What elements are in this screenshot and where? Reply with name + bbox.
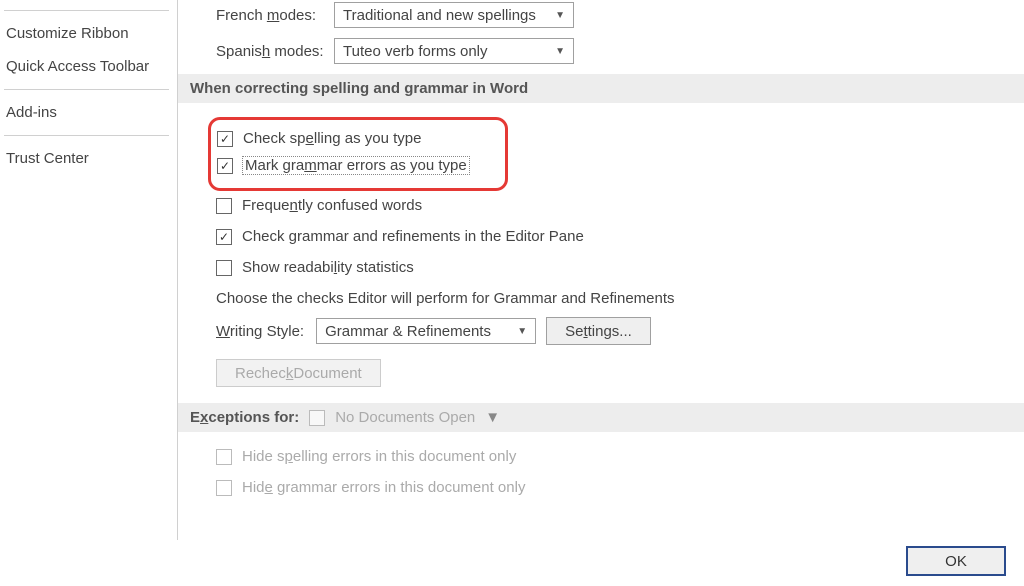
french-modes-value: Traditional and new spellings xyxy=(343,7,536,24)
writing-style-value: Grammar & Refinements xyxy=(325,323,491,340)
mark-grammar-label: Mark grammar errors as you type xyxy=(243,157,469,174)
hide-grammar-label: Hide grammar errors in this document onl… xyxy=(242,479,525,496)
writing-style-row: Writing Style: Grammar & Refinements ▼ S… xyxy=(216,317,1024,345)
exceptions-header: Exceptions for: No Documents Open ▼ xyxy=(178,403,1024,432)
french-modes-row: French modes: Traditional and new spelli… xyxy=(216,2,1024,28)
frequently-confused-row[interactable]: Frequently confused words xyxy=(216,197,1024,214)
spanish-modes-dropdown[interactable]: Tuteo verb forms only ▼ xyxy=(334,38,574,64)
checkbox-mark-grammar[interactable]: ✓ xyxy=(217,158,233,174)
hide-spelling-row: Hide spelling errors in this document on… xyxy=(216,448,1024,465)
french-modes-dropdown[interactable]: Traditional and new spellings ▼ xyxy=(334,2,574,28)
ok-button[interactable]: OK xyxy=(906,546,1006,576)
check-spelling-label: Check spelling as you type xyxy=(243,130,421,147)
sidebar-item-add-ins[interactable]: Add-ins xyxy=(0,96,177,129)
sidebar-divider xyxy=(4,10,169,11)
hide-grammar-row: Hide grammar errors in this document onl… xyxy=(216,479,1024,496)
chevron-down-icon: ▼ xyxy=(555,10,565,21)
spanish-modes-row: Spanish modes: Tuteo verb forms only ▼ xyxy=(216,38,1024,64)
french-modes-label: French modes: xyxy=(216,7,334,24)
recheck-document-button: Recheck Document xyxy=(216,359,381,387)
choose-checks-text: Choose the checks Editor will perform fo… xyxy=(216,290,1024,307)
checkbox-grammar-editor[interactable]: ✓ xyxy=(216,229,232,245)
sidebar-item-quick-access-toolbar[interactable]: Quick Access Toolbar xyxy=(0,50,177,83)
sidebar: Customize Ribbon Quick Access Toolbar Ad… xyxy=(0,0,178,540)
mark-grammar-row[interactable]: ✓ Mark grammar errors as you type xyxy=(217,157,495,174)
settings-button[interactable]: Settings... xyxy=(546,317,651,345)
section-header-correcting: When correcting spelling and grammar in … xyxy=(178,74,1024,103)
exceptions-dropdown[interactable]: No Documents Open ▼ xyxy=(335,409,500,426)
spanish-modes-value: Tuteo verb forms only xyxy=(343,43,488,60)
chevron-down-icon: ▼ xyxy=(555,46,565,57)
document-icon xyxy=(309,410,325,426)
frequently-confused-label: Frequently confused words xyxy=(242,197,422,214)
hide-spelling-label: Hide spelling errors in this document on… xyxy=(242,448,516,465)
checkbox-frequently-confused[interactable] xyxy=(216,198,232,214)
sidebar-divider xyxy=(4,135,169,136)
sidebar-divider xyxy=(4,89,169,90)
footer: OK xyxy=(906,546,1006,576)
sidebar-item-trust-center[interactable]: Trust Center xyxy=(0,142,177,175)
check-spelling-row[interactable]: ✓ Check spelling as you type xyxy=(217,130,495,147)
chevron-down-icon: ▼ xyxy=(485,409,500,426)
writing-style-dropdown[interactable]: Grammar & Refinements ▼ xyxy=(316,318,536,344)
sidebar-item-customize-ribbon[interactable]: Customize Ribbon xyxy=(0,17,177,50)
exceptions-title: Exceptions for: xyxy=(190,409,299,426)
check-grammar-editor-row[interactable]: ✓ Check grammar and refinements in the E… xyxy=(216,228,1024,245)
checkbox-hide-spelling xyxy=(216,449,232,465)
readability-row[interactable]: Show readability statistics xyxy=(216,259,1024,276)
highlight-box: ✓ Check spelling as you type ✓ Mark gram… xyxy=(208,117,508,191)
exceptions-value: No Documents Open xyxy=(335,409,475,426)
chevron-down-icon: ▼ xyxy=(517,326,527,337)
check-grammar-editor-label: Check grammar and refinements in the Edi… xyxy=(242,228,584,245)
main-panel: French modes: Traditional and new spelli… xyxy=(178,0,1024,540)
checkbox-check-spelling[interactable]: ✓ xyxy=(217,131,233,147)
checkbox-readability[interactable] xyxy=(216,260,232,276)
spanish-modes-label: Spanish modes: xyxy=(216,43,334,60)
readability-label: Show readability statistics xyxy=(242,259,414,276)
writing-style-label: Writing Style: xyxy=(216,323,304,340)
checkbox-hide-grammar xyxy=(216,480,232,496)
